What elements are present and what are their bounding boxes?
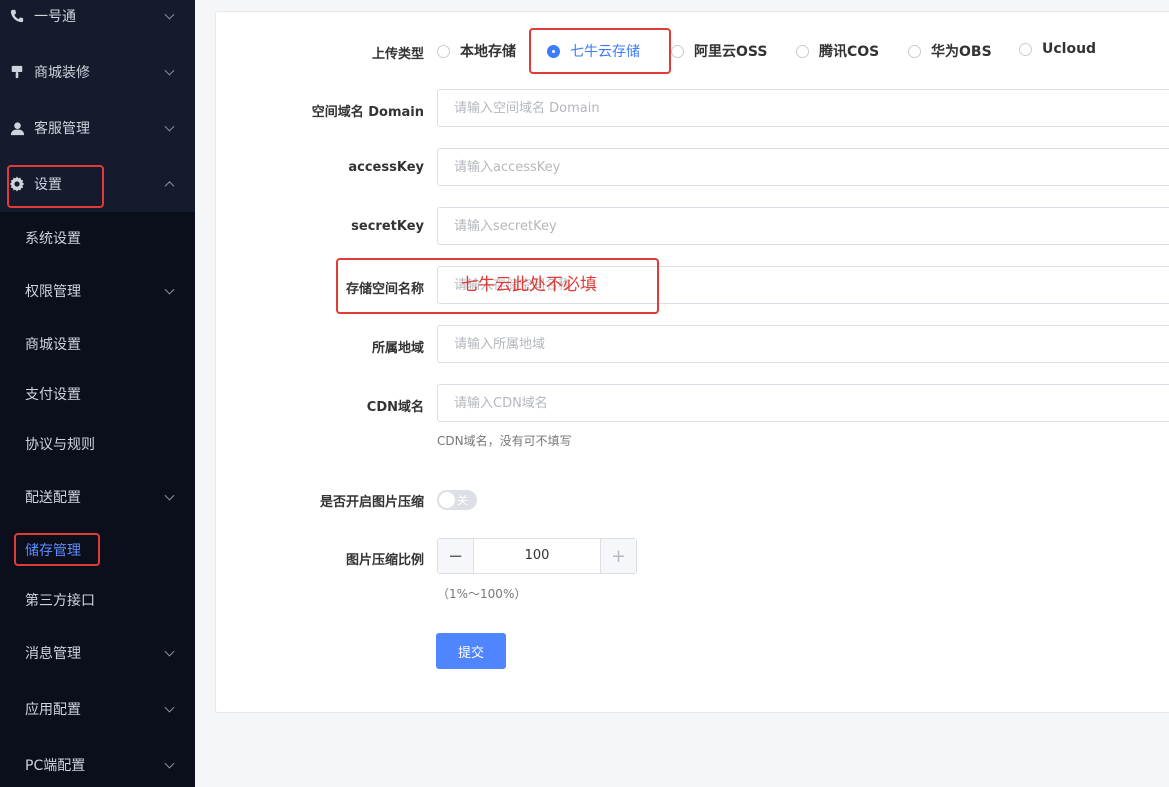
radio-circle (437, 44, 450, 58)
radio-ucloud[interactable]: Ucloud (1019, 41, 1096, 57)
upload-type-label: 上传类型 (371, 47, 424, 62)
ratio-input[interactable] (474, 539, 600, 573)
compress-toggle[interactable]: 关 (437, 490, 477, 510)
sidebar-subitem-pc-config[interactable]: PC端配置 (0, 745, 195, 785)
sidebar-subitem-label: 应用配置 (25, 702, 81, 718)
toggle-knob (439, 492, 455, 508)
chevron-down-icon (164, 702, 175, 713)
sidebar-subitem-label: 第三方接口 (25, 593, 95, 609)
cdn-domain-label: CDN域名 (366, 400, 424, 415)
submit-button[interactable]: 提交 (436, 633, 506, 669)
user-icon (9, 120, 25, 136)
radio-label: 华为OBS (931, 44, 992, 60)
compress-label: 是否开启图片压缩 (319, 495, 424, 510)
sidebar-subitem-label: 系统设置 (25, 231, 81, 247)
sidebar: 一号通 商城装修 客服管理 设置 系统设置 权限管理 商城设置 支付设置 协议与… (0, 0, 195, 787)
domain-input[interactable] (437, 89, 1169, 127)
sidebar-subitem-system-settings[interactable]: 系统设置 (0, 218, 195, 258)
radio-label: 本地存储 (460, 44, 516, 60)
radio-label: 腾讯COS (819, 44, 880, 60)
chevron-down-icon (164, 758, 175, 769)
radio-tencent-cos[interactable]: 腾讯COS (796, 41, 879, 61)
sidebar-item-mall-decoration[interactable]: 商城装修 (0, 47, 195, 97)
sidebar-subitem-delivery-config[interactable]: 配送配置 (0, 477, 195, 517)
decrease-button[interactable]: − (438, 539, 474, 573)
sidebar-subitem-permissions[interactable]: 权限管理 (0, 271, 195, 311)
highlight-box-qiniu (529, 28, 671, 74)
sidebar-subitem-label: 支付设置 (25, 387, 81, 403)
sidebar-subitem-label: 消息管理 (25, 646, 81, 662)
sidebar-item-yihaotong[interactable]: 一号通 (0, 0, 195, 41)
highlight-box-storage (14, 533, 100, 566)
ratio-hint: （1%～100%） (437, 587, 527, 601)
sidebar-item-customer-service[interactable]: 客服管理 (0, 103, 195, 153)
storage-settings-form: 上传类型 本地存储 七牛云存储 阿里云OSS 腾讯COS 华为OBS Uclou… (215, 11, 1169, 713)
sidebar-subitem-mall-settings[interactable]: 商城设置 (0, 324, 195, 364)
chevron-down-icon (164, 646, 175, 657)
cdn-domain-input[interactable] (437, 384, 1169, 422)
sidebar-subitem-third-party-api[interactable]: 第三方接口 (0, 580, 195, 620)
sidebar-subitem-payment-settings[interactable]: 支付设置 (0, 374, 195, 414)
sidebar-subitem-label: PC端配置 (25, 758, 86, 774)
increase-button[interactable]: + (600, 539, 636, 573)
radio-aliyun-oss[interactable]: 阿里云OSS (671, 41, 767, 61)
radio-label: 阿里云OSS (694, 44, 768, 60)
highlight-box-settings (7, 165, 104, 208)
sidebar-subitem-label: 权限管理 (25, 284, 81, 300)
radio-circle (671, 44, 684, 58)
radio-circle (1019, 42, 1032, 56)
region-label: 所属地域 (371, 341, 424, 356)
ratio-label: 图片压缩比例 (345, 553, 424, 568)
sidebar-subitem-label: 商城设置 (25, 337, 81, 353)
access-key-label: accessKey (348, 160, 424, 175)
secret-key-input[interactable] (437, 207, 1169, 245)
brush-icon (9, 64, 25, 80)
radio-huawei-obs[interactable]: 华为OBS (908, 41, 992, 61)
phone-icon (9, 8, 25, 24)
sidebar-subitem-message-management[interactable]: 消息管理 (0, 633, 195, 673)
radio-circle (908, 44, 921, 58)
ratio-stepper: − + (437, 538, 637, 574)
secret-key-label: secretKey (351, 219, 424, 234)
sidebar-subitem-label: 配送配置 (25, 490, 81, 506)
radio-local-storage[interactable]: 本地存储 (437, 41, 516, 61)
domain-label: 空间域名 Domain (311, 105, 424, 120)
access-key-input[interactable] (437, 148, 1169, 186)
toggle-text: 关 (457, 494, 468, 507)
cdn-hint: CDN域名，没有可不填写 (437, 434, 572, 448)
highlight-box-bucket (336, 258, 659, 314)
sidebar-subitem-label: 协议与规则 (25, 437, 95, 453)
radio-circle (796, 44, 809, 58)
chevron-down-icon (164, 284, 175, 295)
radio-label: Ucloud (1042, 41, 1097, 57)
region-input[interactable] (437, 325, 1169, 363)
sidebar-subitem-app-config[interactable]: 应用配置 (0, 689, 195, 729)
sidebar-subitem-agreements-rules[interactable]: 协议与规则 (0, 424, 195, 464)
chevron-down-icon (164, 490, 175, 501)
